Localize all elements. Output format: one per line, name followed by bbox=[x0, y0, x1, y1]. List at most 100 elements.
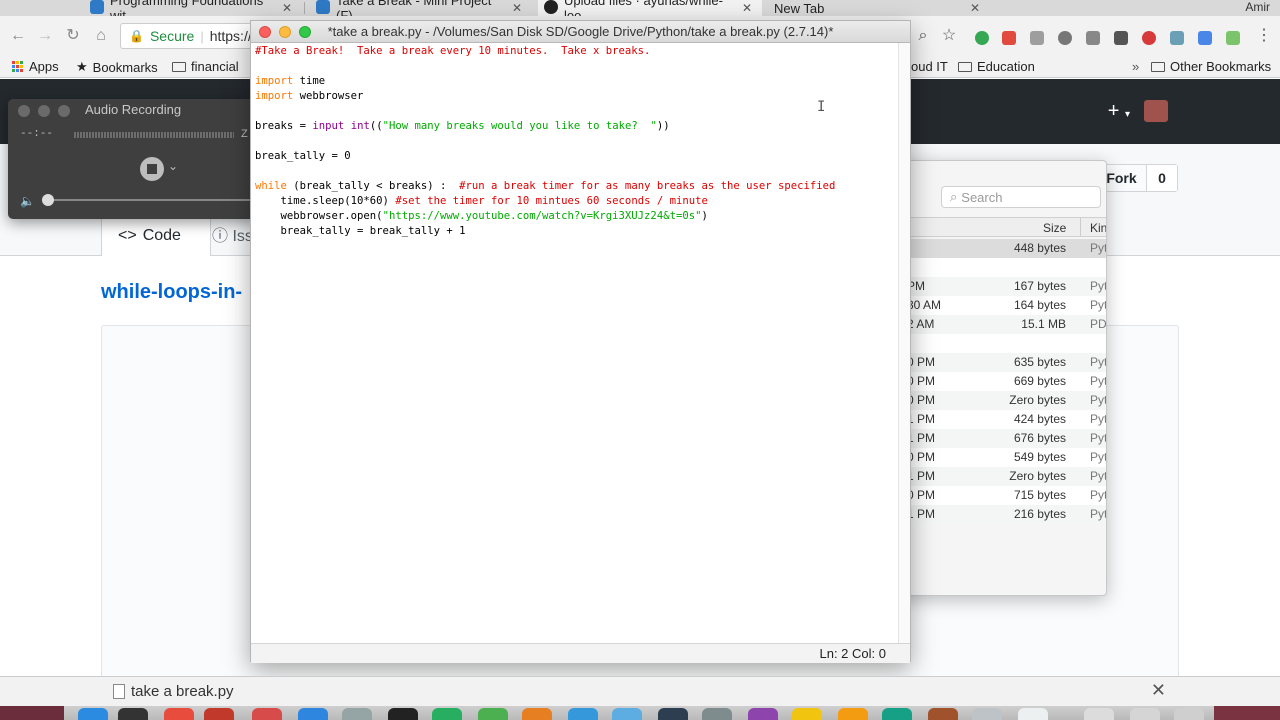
dock-app-icon[interactable] bbox=[792, 708, 822, 720]
menu-icon[interactable]: ⋮ bbox=[1254, 26, 1274, 46]
tab-issues[interactable]: ⓘ Iss bbox=[212, 222, 253, 246]
code-line[interactable]: break_tally = break_tally + 1 bbox=[255, 224, 895, 239]
dock-app-icon[interactable] bbox=[1130, 708, 1160, 720]
file-date: 1 PM bbox=[907, 431, 936, 445]
zoom-icon[interactable]: ⌕ bbox=[913, 26, 933, 46]
star-icon: ★ bbox=[76, 59, 88, 74]
code-line[interactable] bbox=[255, 104, 895, 119]
adblock-icon[interactable] bbox=[1142, 31, 1156, 45]
bookmark-apps[interactable]: Apps bbox=[12, 59, 59, 74]
close-tab-icon[interactable]: ✕ bbox=[512, 1, 522, 15]
url-text[interactable]: https:// bbox=[210, 28, 252, 44]
dock-app-icon[interactable] bbox=[658, 708, 688, 720]
editor-scrollbar[interactable] bbox=[898, 43, 910, 643]
finder-search-input[interactable]: ⌕ Search bbox=[941, 186, 1101, 208]
bookmark-financial[interactable]: financial bbox=[172, 59, 239, 74]
forward-icon[interactable]: → bbox=[35, 26, 55, 46]
code-line[interactable] bbox=[255, 134, 895, 149]
close-tab-icon[interactable]: ✕ bbox=[282, 1, 292, 15]
tab-new-tab[interactable]: New Tab ✕ bbox=[760, 0, 990, 16]
github-icon bbox=[544, 0, 558, 14]
editor-titlebar[interactable]: *take a break.py - /Volumes/San Disk SD/… bbox=[251, 21, 910, 43]
terminal-dock-icon[interactable] bbox=[388, 708, 418, 720]
size-column-header[interactable]: Size bbox=[1043, 221, 1066, 235]
extension-icon[interactable] bbox=[975, 31, 989, 45]
dock-app-icon[interactable] bbox=[164, 708, 194, 720]
dock-app-icon[interactable] bbox=[298, 708, 328, 720]
profile-name[interactable]: Amir bbox=[1245, 0, 1270, 14]
extension-icon[interactable] bbox=[1170, 31, 1184, 45]
code-line[interactable] bbox=[255, 59, 895, 74]
code-line[interactable]: import time bbox=[255, 74, 895, 89]
trash-dock-icon[interactable] bbox=[1174, 708, 1204, 720]
dock-app-icon[interactable] bbox=[928, 708, 958, 720]
back-icon[interactable]: ← bbox=[8, 26, 28, 46]
extension-icon[interactable] bbox=[1030, 31, 1044, 45]
dock-app-icon[interactable] bbox=[972, 708, 1002, 720]
extension-icon[interactable] bbox=[1086, 31, 1100, 45]
dock-app-icon[interactable] bbox=[1018, 708, 1048, 720]
idle-editor-window: *take a break.py - /Volumes/San Disk SD/… bbox=[250, 20, 911, 663]
close-icon[interactable]: ✕ bbox=[1151, 680, 1166, 701]
bookmark-other[interactable]: Other Bookmarks bbox=[1151, 59, 1271, 74]
close-tab-icon[interactable]: ✕ bbox=[742, 1, 752, 15]
bookmark-education[interactable]: Education bbox=[958, 59, 1035, 74]
home-icon[interactable]: ⌂ bbox=[91, 26, 111, 46]
bookmark-bookmarks[interactable]: ★ Bookmarks bbox=[76, 59, 158, 75]
code-line[interactable]: import webbrowser bbox=[255, 89, 895, 104]
download-item[interactable]: take a break.py bbox=[113, 683, 234, 700]
bookmark-star-icon[interactable]: ☆ bbox=[939, 26, 959, 46]
extension-icon[interactable] bbox=[1002, 31, 1016, 45]
extension-icon[interactable] bbox=[1058, 31, 1072, 45]
fork-count[interactable]: 0 bbox=[1147, 165, 1177, 191]
tab-take-a-break[interactable]: Take a Break - Mini Project (F) ✕ bbox=[310, 0, 532, 16]
dock-app-icon[interactable] bbox=[702, 708, 732, 720]
desktop-background bbox=[1214, 706, 1280, 720]
bookmark-label: Education bbox=[977, 59, 1035, 74]
dock-app-icon[interactable] bbox=[432, 708, 462, 720]
tab-upload-files[interactable]: Upload files · ayunas/while-loo ✕ bbox=[538, 0, 762, 16]
calendar-dock-icon[interactable] bbox=[204, 708, 234, 720]
dock-app-icon[interactable] bbox=[118, 708, 148, 720]
stop-recording-button[interactable] bbox=[140, 157, 164, 181]
tab-programming-foundations[interactable]: Programming Foundations wit ✕ bbox=[84, 0, 302, 16]
code-line[interactable]: #Take a Break! Take a break every 10 min… bbox=[255, 44, 895, 59]
reload-icon[interactable]: ↻ bbox=[63, 26, 83, 46]
dock-app-icon[interactable] bbox=[568, 708, 598, 720]
chrome-dock-icon[interactable] bbox=[478, 708, 508, 720]
close-tab-icon[interactable]: ✕ bbox=[970, 1, 980, 15]
code-line[interactable]: breaks = input int(("How many breaks wou… bbox=[255, 119, 895, 134]
code-token: break_tally = break_tally + 1 bbox=[255, 225, 466, 237]
fork-button[interactable]: Fork 0 bbox=[1096, 164, 1178, 192]
dock-app-icon[interactable] bbox=[252, 708, 282, 720]
calendar-icon[interactable] bbox=[1198, 31, 1212, 45]
repo-title-link[interactable]: while-loops-in- bbox=[101, 281, 242, 304]
dock-app-icon[interactable] bbox=[882, 708, 912, 720]
extension-icon[interactable] bbox=[1114, 31, 1128, 45]
dock-app-icon[interactable] bbox=[522, 708, 552, 720]
bookmark-oud-it[interactable]: oud IT bbox=[911, 59, 948, 74]
kind-column-header[interactable]: Kin bbox=[1090, 221, 1106, 235]
extension-icon[interactable] bbox=[1226, 31, 1240, 45]
bookmarks-overflow-icon[interactable]: » bbox=[1132, 59, 1139, 74]
chevron-down-icon[interactable]: ⌄ bbox=[168, 159, 178, 173]
code-line[interactable] bbox=[255, 164, 895, 179]
code-text-area[interactable]: #Take a Break! Take a break every 10 min… bbox=[255, 44, 895, 644]
file-date: 1 PM bbox=[907, 412, 936, 426]
code-line[interactable]: break_tally = 0 bbox=[255, 149, 895, 164]
downloads-dock-icon[interactable] bbox=[1084, 708, 1114, 720]
dock-app-icon[interactable] bbox=[748, 708, 778, 720]
finder-dock-icon[interactable] bbox=[78, 708, 108, 720]
volume-slider-handle[interactable] bbox=[42, 194, 54, 206]
new-plus-icon[interactable]: + ▾ bbox=[1108, 100, 1130, 123]
volume-slider-track[interactable] bbox=[42, 199, 252, 201]
code-line[interactable]: while (break_tally < breaks) : #run a br… bbox=[255, 179, 895, 194]
dock-app-icon[interactable] bbox=[342, 708, 372, 720]
dock-app-icon[interactable] bbox=[838, 708, 868, 720]
address-bar[interactable]: 🔒 Secure | https:// bbox=[120, 23, 260, 49]
dock-app-icon[interactable] bbox=[612, 708, 642, 720]
bookmark-label: Apps bbox=[29, 59, 59, 74]
avatar[interactable] bbox=[1144, 100, 1168, 122]
code-line[interactable]: time.sleep(10*60) #set the timer for 10 … bbox=[255, 194, 895, 209]
code-line[interactable]: webbrowser.open("https://www.youtube.com… bbox=[255, 209, 895, 224]
